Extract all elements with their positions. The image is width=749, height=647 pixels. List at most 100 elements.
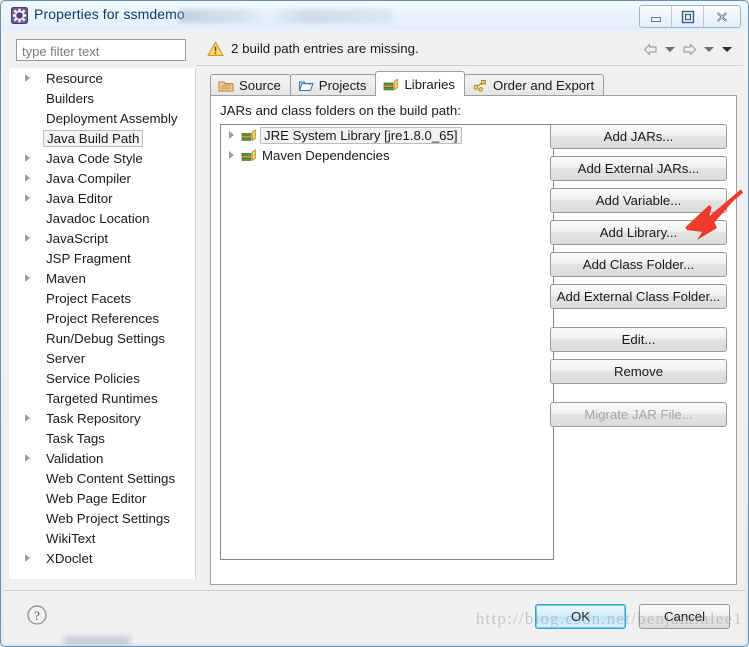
sidebar-item-run-debug-settings[interactable]: Run/Debug Settings [9,328,195,348]
sidebar-item-service-policies[interactable]: Service Policies [9,368,195,388]
tab-libraries[interactable]: Libraries [375,71,466,96]
sidebar-item-task-tags[interactable]: Task Tags [9,428,195,448]
maximize-icon[interactable] [672,6,704,27]
edit-button[interactable]: Edit... [550,327,727,352]
sidebar-item-task-repository[interactable]: Task Repository [9,408,195,428]
cancel-button[interactable]: Cancel [639,604,730,629]
build-path-entries-tree[interactable]: JRE System Library [jre1.8.0_65] Maven De… [220,124,554,560]
books-icon [384,78,399,90]
title-blurred-region [178,9,393,23]
sidebar-item-label: WikiText [46,530,96,546]
sidebar-item-label: Javadoc Location [46,210,150,226]
tab-projects[interactable]: Projects [289,74,377,96]
library-actions-column: Add JARs... Add External JARs... Add Varia… [550,124,727,434]
add-external-jars-button[interactable]: Add External JARs... [550,156,727,181]
sidebar-item-java-editor[interactable]: Java Editor [9,188,195,208]
dialog-body: Resource Builders Deployment Assembly Java … [4,31,745,643]
message-text: 2 build path entries are missing. [231,41,419,56]
sidebar-item-web-page-editor[interactable]: Web Page Editor [9,488,195,508]
sidebar-item-validation[interactable]: Validation [9,448,195,468]
footer-blurred-region [64,636,130,645]
sidebar-item-label: JavaScript [46,230,109,246]
sidebar-item-label: Task Tags [46,430,105,446]
filter-input[interactable] [16,39,186,61]
sidebar-item-deployment-assembly[interactable]: Deployment Assembly [9,108,195,128]
expand-arrow-icon[interactable] [25,554,30,562]
build-path-tabs: Source Projects Libraries Order and Export [210,71,605,96]
add-variable-button[interactable]: Add Variable... [550,188,727,213]
sidebar-item-label: Server [46,350,86,366]
expand-arrow-icon[interactable] [25,234,30,242]
minimize-icon[interactable] [640,6,672,27]
history-dropdown-icon[interactable] [722,47,732,52]
tab-label: Order and Export [493,78,595,93]
window-frame: Properties for ssmdemo type filter text … [0,0,749,647]
sidebar-item-label: Java Compiler [46,170,131,186]
close-icon[interactable] [704,6,740,27]
add-library-button[interactable]: Add Library... [550,220,727,245]
build-path-entry[interactable]: Maven Dependencies [221,145,553,165]
sidebar-item-wikitext[interactable]: WikiText [9,528,195,548]
sidebar-item-project-references[interactable]: Project References [9,308,195,328]
sidebar-item-label: Web Content Settings [46,470,176,486]
sidebar-item-javadoc-location[interactable]: Javadoc Location [9,208,195,228]
sidebar-item-server[interactable]: Server [9,348,195,368]
add-jars-button[interactable]: Add JARs... [550,124,727,149]
sidebar-item-label: Web Project Settings [46,510,170,526]
sidebar-item-web-project-settings[interactable]: Web Project Settings [9,508,195,528]
sidebar-item-javascript[interactable]: JavaScript [9,228,195,248]
build-path-entry-label: JRE System Library [jre1.8.0_65] [260,126,462,144]
tab-order-and-export[interactable]: Order and Export [464,74,605,96]
sidebar-item-label: Task Repository [46,410,141,426]
expand-arrow-icon[interactable] [229,151,234,159]
sidebar-item-java-build-path[interactable]: Java Build Path [9,128,195,148]
sidebar-item-label: Project Facets [46,290,131,306]
sidebar-item-resource[interactable]: Resource [9,68,195,88]
sidebar-item-label: Targeted Runtimes [46,390,158,406]
migrate-jar-file-button: Migrate JAR File... [550,402,727,427]
settings-content-pane: 2 build path entries are missing. Source… [196,31,745,591]
expand-arrow-icon[interactable] [25,414,30,422]
forward-dropdown-icon[interactable] [704,47,714,52]
sidebar-item-jsp-fragment[interactable]: JSP Fragment [9,248,195,268]
order-export-icon [473,80,486,92]
message-bar: 2 build path entries are missing. [196,35,743,66]
sidebar-item-java-compiler[interactable]: Java Compiler [9,168,195,188]
expand-arrow-icon[interactable] [25,274,30,282]
sidebar-item-targeted-runtimes[interactable]: Targeted Runtimes [9,388,195,408]
properties-dialog: Properties for ssmdemo type filter text … [0,0,749,647]
sidebar-item-project-facets[interactable]: Project Facets [9,288,195,308]
sidebar-item-java-code-style[interactable]: Java Code Style [9,148,195,168]
library-icon [241,128,256,141]
expand-arrow-icon[interactable] [229,131,234,139]
sidebar-item-label: Resource [46,70,103,86]
sidebar-item-label: Builders [46,90,95,106]
expand-arrow-icon[interactable] [25,74,30,82]
expand-arrow-icon[interactable] [25,174,30,182]
settings-tree[interactable]: Resource Builders Deployment Assembly Java … [9,68,196,579]
expand-arrow-icon[interactable] [25,454,30,462]
sidebar-item-maven[interactable]: Maven [9,268,195,288]
forward-arrow-icon[interactable] [680,43,699,56]
sidebar-item-web-content-settings[interactable]: Web Content Settings [9,468,195,488]
back-dropdown-icon[interactable] [665,47,675,52]
sidebar-item-label: Run/Debug Settings [46,330,166,346]
sidebar-item-label: Web Page Editor [46,490,147,506]
expand-arrow-icon[interactable] [25,154,30,162]
add-external-class-folder-button[interactable]: Add External Class Folder... [550,284,727,309]
sidebar-item-xdoclet[interactable]: XDoclet [9,548,195,568]
expand-arrow-icon[interactable] [25,194,30,202]
navigation-history-controls [641,43,735,56]
back-arrow-icon[interactable] [641,43,660,56]
tab-source[interactable]: Source [210,74,291,96]
settings-navigation-pane: Resource Builders Deployment Assembly Java … [9,35,196,579]
title-bar: Properties for ssmdemo [2,2,747,30]
help-icon[interactable]: ? [26,604,48,626]
sidebar-item-label: Project References [46,310,160,326]
build-path-entry-label: Maven Dependencies [262,147,390,163]
ok-button[interactable]: OK [535,604,626,629]
remove-button[interactable]: Remove [550,359,727,384]
add-class-folder-button[interactable]: Add Class Folder... [550,252,727,277]
sidebar-item-builders[interactable]: Builders [9,88,195,108]
build-path-entry[interactable]: JRE System Library [jre1.8.0_65] [221,125,553,145]
